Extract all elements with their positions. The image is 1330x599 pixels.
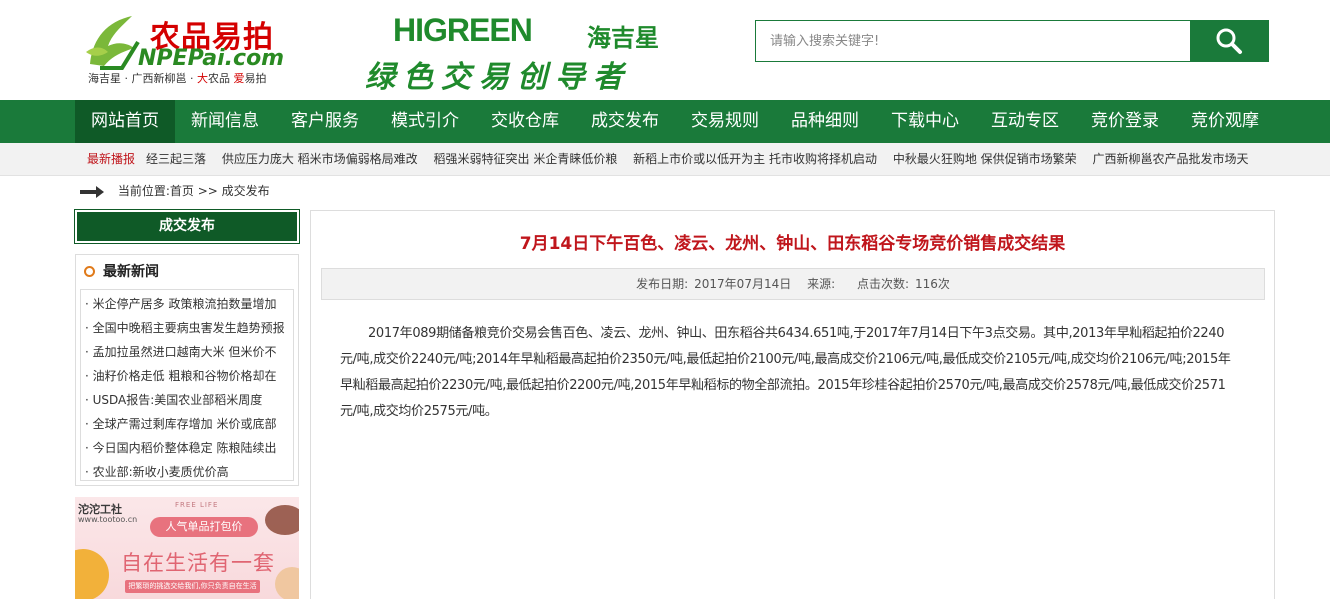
news-list-item[interactable]: · 农业部:新收小麦质优价高: [81, 460, 293, 484]
news-list-item[interactable]: · 米企停产居多 政策粮流拍数量增加: [81, 292, 293, 316]
meta-clicks: 点击次数: 116次: [856, 277, 950, 291]
news-list-item[interactable]: · 油籽价格走低 粗粮和谷物价格却在: [81, 364, 293, 388]
nav-item-warehouse[interactable]: 交收仓库: [475, 100, 575, 143]
ad-free-life: FREE LIFE: [175, 501, 219, 509]
breadcrumb-home-link[interactable]: 首页: [170, 184, 194, 198]
nav-item-service[interactable]: 客户服务: [275, 100, 375, 143]
latest-news-list: · 米企停产居多 政策粮流拍数量增加 · 全国中晚稻主要病虫害发生趋势预报 · …: [80, 289, 294, 481]
arrow-right-icon: [80, 185, 104, 198]
ticker-item[interactable]: 中秋最火狂购地 保供促销市场繁荣: [893, 152, 1077, 166]
breadcrumb-separator: >>: [193, 184, 222, 198]
latest-news-box: 最新新闻 · 米企停产居多 政策粮流拍数量增加 · 全国中晚稻主要病虫害发生趋势…: [75, 254, 299, 486]
news-list-item[interactable]: · 全国中晚稻主要病虫害发生趋势预报: [81, 316, 293, 340]
ad-url: www.tootoo.cn: [78, 515, 138, 524]
ticker-item[interactable]: 稻强米弱特征突出 米企青睐低价粮: [434, 152, 618, 166]
ad-pill: 人气单品打包价: [150, 517, 258, 537]
breadcrumb: 当前位置:首页 >> 成交发布: [80, 178, 270, 204]
ad-subline: 把繁琐的挑选交给我们,你只负责自在生活: [125, 580, 260, 593]
nav-item-varieties[interactable]: 品种细则: [775, 100, 875, 143]
orange-fruit-icon: [75, 549, 109, 599]
higreen-name-cn: 海吉星: [587, 24, 659, 52]
news-list-item[interactable]: · 全球产需过剩库存增加 米价或底部: [81, 412, 293, 436]
article-title: 7月14日下午百色、凌云、龙州、钟山、田东稻谷专场竞价销售成交结果: [519, 234, 1066, 254]
ticker-item[interactable]: 经三起三落: [146, 152, 206, 166]
nav-item-interactive[interactable]: 互动专区: [975, 100, 1075, 143]
leaf-r-logo-icon: [86, 16, 140, 70]
breadcrumb-current[interactable]: 成交发布: [222, 184, 270, 198]
nav-item-bid-login[interactable]: 竞价登录: [1075, 100, 1175, 143]
site-header: 农品易拍 NPEPai.com 海吉星 · 广西新柳邕 · 大农品 爱易拍 HI…: [0, 0, 1330, 100]
article-body: 2017年089期储备粮竞价交易会售百色、凌云、龙州、钟山、田东稻谷共6434.…: [340, 326, 1231, 419]
nav-item-downloads[interactable]: 下载中心: [875, 100, 975, 143]
ad-headline: 自在生活有一套: [121, 551, 275, 575]
search-button[interactable]: [1190, 21, 1268, 61]
breadcrumb-prefix: 当前位置:: [117, 184, 170, 198]
ticker-label: 最新播报: [87, 152, 136, 166]
nav-item-deals[interactable]: 成交发布: [575, 100, 675, 143]
nav-item-rules[interactable]: 交易规则: [675, 100, 775, 143]
nav-item-mode[interactable]: 模式引介: [375, 100, 475, 143]
article-panel: 7月14日下午百色、凌云、龙州、钟山、田东稻谷专场竞价销售成交结果 发布日期: 2…: [310, 210, 1275, 599]
circle-bullet-icon: [84, 266, 95, 277]
dates-fruit-icon: [265, 505, 299, 535]
news-ticker: 最新播报 经三起三落 供应压力庞大 稻米市场偏弱格局难改 稻强米弱特征突出 米企…: [0, 143, 1330, 176]
sidebar-title[interactable]: 成交发布: [74, 209, 300, 244]
article-meta: 发布日期: 2017年07月14日 来源: 点击次数: 116次: [321, 268, 1265, 300]
ticker-item[interactable]: 新稻上市价或以低开为主 托市收购将择机启动: [633, 152, 877, 166]
news-list-item[interactable]: · USDA报告:美国农业部稻米周度: [81, 388, 293, 412]
search-icon: [1216, 28, 1242, 54]
higreen-slogan: 绿色交易创导者: [365, 60, 631, 95]
npepai-logo[interactable]: 农品易拍 NPEPai.com 海吉星 · 广西新柳邕 · 大农品 爱易拍: [78, 10, 285, 88]
nav-item-bid-watch[interactable]: 竞价观摩: [1175, 100, 1275, 143]
ticker-item[interactable]: 广西新柳邕农产品批发市场天: [1092, 152, 1248, 166]
search-bar: [755, 20, 1269, 62]
higreen-name-en: HIGREEN: [393, 12, 533, 48]
main-nav: 网站首页 新闻信息 客户服务 模式引介 交收仓库 成交发布 交易规则 品种细则 …: [0, 100, 1330, 143]
nav-item-home[interactable]: 网站首页: [75, 100, 175, 143]
ticker-item[interactable]: 供应压力庞大 稻米市场偏弱格局难改: [222, 152, 418, 166]
search-input[interactable]: [756, 21, 1191, 61]
meta-date: 发布日期: 2017年07月14日: [636, 277, 792, 291]
tootoo-ad-banner[interactable]: 沱沱工社 www.tootoo.cn FREE LIFE 人气单品打包价 自在生…: [75, 497, 299, 599]
meta-source: 来源:: [807, 277, 836, 291]
ticker-items: 经三起三落 供应压力庞大 稻米市场偏弱格局难改 稻强米弱特征突出 米企青睐低价粮…: [146, 143, 1266, 176]
higreen-logo: HIGREEN 海吉星 绿色交易创导者: [365, 8, 665, 95]
logo-name-en: NPEPai.com: [138, 46, 285, 71]
news-list-item[interactable]: · 孟加拉虽然进口越南大米 但米价不: [81, 340, 293, 364]
latest-news-heading: 最新新闻: [84, 261, 159, 283]
logo-tagline: 海吉星 · 广西新柳邕 · 大农品 爱易拍: [88, 72, 267, 85]
peach-fruit-icon: [275, 567, 299, 599]
nav-item-news[interactable]: 新闻信息: [175, 100, 275, 143]
news-list-item[interactable]: · 今日国内稻价整体稳定 陈粮陆续出: [81, 436, 293, 460]
